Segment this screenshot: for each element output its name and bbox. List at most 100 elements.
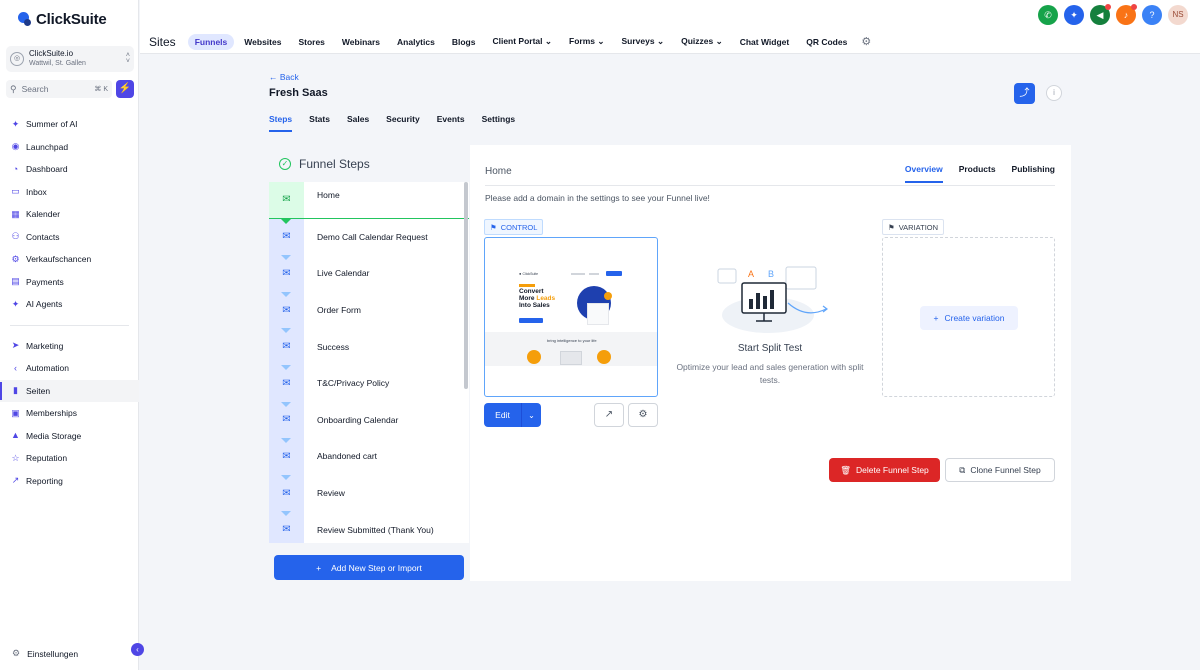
info-button[interactable]: i <box>1046 85 1062 101</box>
tab-stats[interactable]: Stats <box>309 112 330 132</box>
tab-websites[interactable]: Websites <box>237 34 288 50</box>
sidebar-item-kalender[interactable]: ▦ Kalender <box>0 203 139 226</box>
search-shortcut: ⌘ K <box>94 86 108 93</box>
brand-logo[interactable]: ClickSuite <box>16 11 107 28</box>
tab-publishing[interactable]: Publishing <box>1012 164 1055 183</box>
clone-step-button[interactable]: ⧉ Clone Funnel Step <box>945 458 1055 482</box>
tab-analytics[interactable]: Analytics <box>390 34 442 50</box>
funnel-step[interactable]: ✉ Success <box>269 328 469 365</box>
phone-button[interactable]: ✆ <box>1038 5 1058 25</box>
sidebar-item-seiten[interactable]: ▮ Seiten <box>0 379 139 402</box>
step-rail: ✉ <box>269 255 304 292</box>
funnel-step[interactable]: ✉ Order Form <box>269 291 469 329</box>
control-label: CONTROL <box>500 222 538 232</box>
tab-forms[interactable]: Forms ⌄ <box>562 33 611 50</box>
announcements-button[interactable]: ◀ <box>1090 4 1111 25</box>
chevron-down-icon: ⌄ <box>528 410 535 420</box>
notification-dot <box>1131 4 1137 10</box>
funnel-step[interactable]: ✉ Review <box>269 474 469 512</box>
funnel-step[interactable]: ✉ Demo Call Calendar Request <box>269 218 469 256</box>
funnel-step[interactable]: ✉ Live Calendar <box>269 255 469 292</box>
create-variation-button[interactable]: + Create variation <box>920 306 1018 330</box>
mail-icon: ✉ <box>282 524 291 536</box>
tab-quizzes[interactable]: Quizzes ⌄ <box>674 33 730 50</box>
mail-icon: ✉ <box>282 341 291 353</box>
sidebar-item-summer-of-ai[interactable]: ✦ Summer of AI <box>0 113 139 136</box>
account-switcher[interactable]: ◎ ClickSuite.io Wattwil, St. Gallen ˄ ˅ <box>6 46 134 72</box>
sidebar-item-reporting[interactable]: ↗ Reporting <box>0 470 139 493</box>
add-step-button[interactable]: + Add New Step or Import <box>274 555 464 580</box>
tab-events[interactable]: Events <box>437 112 465 132</box>
sidebar-item-label: Kalender <box>26 209 61 220</box>
step-tabs: Overview Products Publishing <box>904 164 1055 183</box>
sidebar-item-inbox[interactable]: ▭ Inbox <box>0 181 139 204</box>
sidebar-item-dashboard[interactable]: ◔ Dashboard <box>0 158 139 181</box>
sidebar-item-settings[interactable]: ⚙ Einstellungen <box>12 648 78 659</box>
tab-settings[interactable]: Settings <box>482 112 516 132</box>
step-label: Review Submitted (Thank You) <box>317 524 434 535</box>
tab-sales[interactable]: Sales <box>347 112 369 132</box>
sidebar-item-verkaufschancen[interactable]: ⚙ Verkaufschancen <box>0 248 139 271</box>
edit-button[interactable]: Edit <box>484 403 521 427</box>
tab-webinars[interactable]: Webinars <box>335 34 387 50</box>
back-link[interactable]: ← Back <box>269 72 299 82</box>
tab-stores[interactable]: Stores <box>291 34 331 50</box>
sidebar-item-reputation[interactable]: ☆ Reputation <box>0 447 139 470</box>
sidebar-item-media-storage[interactable]: ▲ Media Storage <box>0 425 139 448</box>
sidebar-item-contacts[interactable]: ⚇ Contacts <box>0 226 139 249</box>
mail-icon: ✉ <box>282 304 291 316</box>
gear-icon[interactable]: ⚙ <box>861 35 871 48</box>
tab-client-portal[interactable]: Client Portal ⌄ <box>485 33 559 50</box>
avatar-initials: NS <box>1172 10 1184 19</box>
search-icon: ⚲ <box>10 83 17 94</box>
reporting-icon: ↗ <box>11 475 20 486</box>
tab-products[interactable]: Products <box>959 164 996 183</box>
funnel-step[interactable]: ✉ Onboarding Calendar <box>269 401 469 439</box>
sidebar-item-ai-agents[interactable]: ✦ AI Agents <box>0 293 139 316</box>
funnel-step[interactable]: ✉ Abandoned cart <box>269 438 469 475</box>
sidebar-item-launchpad[interactable]: ◉ Launchpad <box>0 136 139 159</box>
search-input[interactable]: ⚲ Search ⌘ K <box>6 80 112 98</box>
funnel-step[interactable]: ✉ T&C/Privacy Policy <box>269 364 469 402</box>
ai-button[interactable]: ✦ <box>1064 5 1084 25</box>
page-preview-thumbnail[interactable]: ● ClickSuite Convert More Leads Into Sal… <box>484 237 658 397</box>
sidebar-item-payments[interactable]: ▤ Payments <box>0 271 139 294</box>
tab-blogs[interactable]: Blogs <box>445 34 483 50</box>
collapse-sidebar-button[interactable]: ‹ <box>131 643 144 656</box>
tab-surveys[interactable]: Surveys ⌄ <box>615 33 672 50</box>
tab-overview[interactable]: Overview <box>904 164 943 183</box>
step-settings-button[interactable]: ⚙ <box>628 403 658 427</box>
edit-dropdown-button[interactable]: ⌄ <box>521 403 541 427</box>
tab-steps[interactable]: Steps <box>269 112 293 132</box>
tab-qr-codes[interactable]: QR Codes <box>799 34 854 50</box>
funnel-step[interactable]: ✉ Home <box>269 182 469 219</box>
delete-step-button[interactable]: 🗑 Delete Funnel Step <box>829 458 940 482</box>
chevron-left-icon: ‹ <box>136 645 139 654</box>
tab-security[interactable]: Security <box>386 112 420 132</box>
tab-funnels[interactable]: Funnels <box>187 33 235 50</box>
account-icon: ◎ <box>10 52 24 66</box>
tab-label: Forms <box>569 36 595 46</box>
notifications-button[interactable]: ♪ <box>1116 4 1137 25</box>
step-label: Success <box>317 341 350 352</box>
account-location: Wattwil, St. Gallen <box>29 60 86 67</box>
step-label: Demo Call Calendar Request <box>317 231 428 242</box>
avatar[interactable]: NS <box>1168 5 1188 25</box>
quick-action-button[interactable]: ⚡ <box>116 80 134 98</box>
funnel-step[interactable]: ✉ Review Submitted (Thank You) <box>269 511 469 543</box>
open-page-button[interactable]: ↗ <box>594 403 624 427</box>
step-list-scrollbar[interactable] <box>464 182 468 389</box>
sidebar-item-label: Launchpad <box>26 141 69 152</box>
share-button[interactable]: ⤴ <box>1014 83 1035 104</box>
copy-icon: ⧉ <box>959 464 966 475</box>
funnel-steps-header: ✓ Funnel Steps <box>269 145 469 182</box>
sidebar-item-memberships[interactable]: ▣ Memberships <box>0 402 139 425</box>
svg-text:B: B <box>768 269 774 279</box>
tab-chat-widget[interactable]: Chat Widget <box>733 34 797 50</box>
sidebar-item-marketing[interactable]: ➤ Marketing <box>0 335 139 358</box>
step-label: Order Form <box>317 305 361 316</box>
help-button[interactable]: ? <box>1142 5 1162 25</box>
chat-icon: ▭ <box>11 186 20 197</box>
plus-icon: + <box>933 313 939 323</box>
sidebar-item-automation[interactable]: ‹ Automation <box>0 357 139 380</box>
